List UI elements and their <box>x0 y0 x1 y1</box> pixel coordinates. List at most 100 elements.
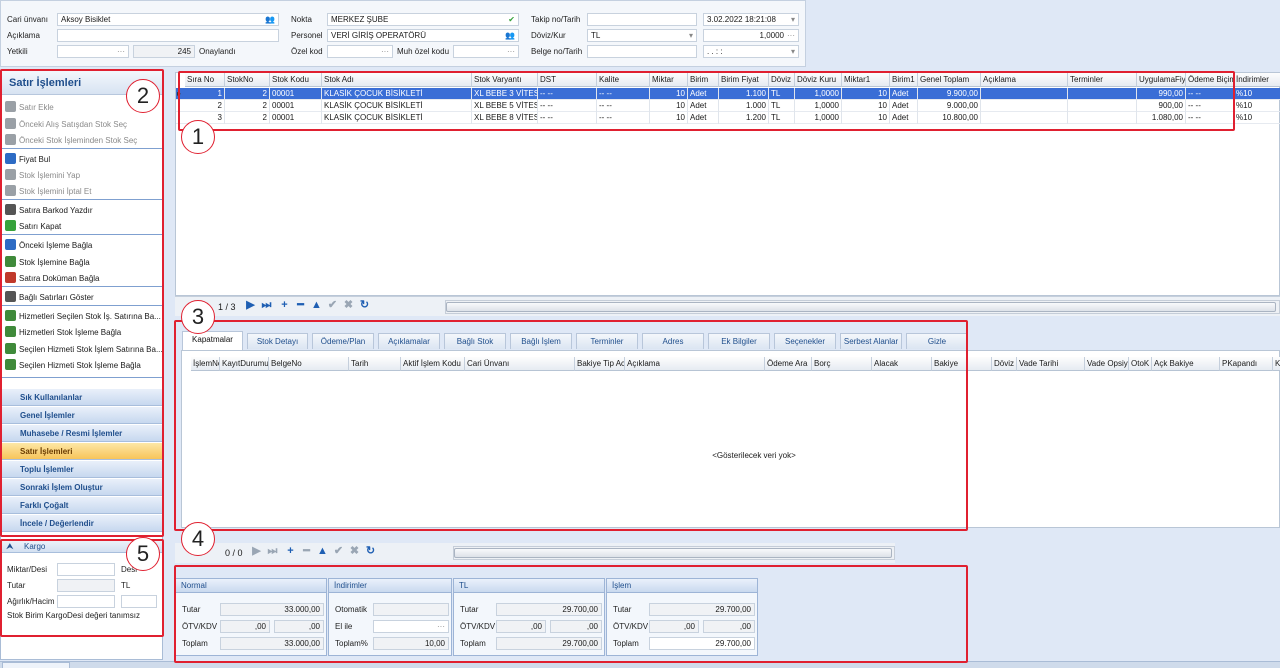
belge-date-input[interactable]: . . : : ▾ <box>703 45 799 58</box>
table-cell[interactable]: -- -- <box>597 100 650 112</box>
table-cell[interactable]: 1.200 <box>719 112 769 124</box>
tab-4[interactable]: Bağlı Stok <box>444 333 506 349</box>
tab-1[interactable]: Stok Detayı <box>247 333 308 349</box>
panel-group-0[interactable]: Sık Kullanılanlar <box>2 389 162 406</box>
sub-column-header[interactable]: KayıtDurumu <box>220 357 269 371</box>
panel-action-item[interactable]: Stok İşlemini İptal Et <box>5 184 91 200</box>
chevron-down-icon[interactable]: ▾ <box>791 46 795 57</box>
kur-input[interactable]: 1,0000 ··· <box>703 29 799 42</box>
aciklama-input[interactable] <box>57 29 279 42</box>
table-cell[interactable]: 10 <box>650 100 688 112</box>
table-cell[interactable]: -- -- <box>1186 100 1234 112</box>
refresh-icon[interactable]: ↻ <box>359 300 370 311</box>
table-cell[interactable] <box>1068 100 1137 112</box>
scroll-thumb[interactable] <box>446 302 1276 312</box>
column-header[interactable]: Stok Adı <box>322 73 472 87</box>
tab-8[interactable]: Ek Bilgiler <box>708 333 770 349</box>
column-header[interactable]: Döviz <box>769 73 795 87</box>
check-icon[interactable]: ✔ <box>327 300 338 311</box>
last-icon[interactable]: ⏭ <box>261 300 272 311</box>
table-cell[interactable]: 10 <box>650 88 688 100</box>
sub-column-header[interactable]: Bakiye <box>932 357 992 371</box>
chevron-down-icon[interactable]: ▾ <box>689 30 693 41</box>
table-cell[interactable]: -- -- <box>538 88 597 100</box>
sub-column-header[interactable]: Döviz <box>992 357 1017 371</box>
table-cell[interactable]: TL <box>769 88 795 100</box>
table-cell[interactable] <box>981 112 1068 124</box>
table-cell[interactable]: Adet <box>688 88 719 100</box>
panel-action-item[interactable]: Stok İşlemini Yap <box>5 168 80 184</box>
table-cell[interactable]: Adet <box>688 100 719 112</box>
column-header[interactable]: Birim <box>688 73 719 87</box>
panel-group-4[interactable]: Toplu İşlemler <box>2 461 162 478</box>
column-header[interactable]: StokNo <box>225 73 270 87</box>
column-header[interactable]: Terminler <box>1068 73 1137 87</box>
table-cell[interactable]: 2 <box>185 100 225 112</box>
table-cell[interactable]: 9.000,00 <box>918 100 981 112</box>
elile-input[interactable]: ··· <box>373 620 449 633</box>
table-cell[interactable]: XL BEBE 8 VİTES <box>472 112 538 124</box>
people-icon[interactable]: 👥 <box>505 30 515 41</box>
sub-column-header[interactable]: OtoK <box>1129 357 1152 371</box>
muh-ozel-kodu-input[interactable]: ··· <box>453 45 519 58</box>
plus-icon[interactable]: + <box>279 300 290 311</box>
table-cell[interactable]: 10 <box>842 112 890 124</box>
yetkili-input[interactable]: ··· <box>57 45 129 58</box>
panel-action-item[interactable]: Önceki İşleme Bağla <box>5 238 92 254</box>
plus-icon[interactable]: + <box>285 546 296 557</box>
tab-7[interactable]: Adres <box>642 333 704 349</box>
sub-horizontal-scrollbar[interactable] <box>453 546 895 560</box>
column-header[interactable]: Birim1 <box>890 73 918 87</box>
panel-action-item[interactable]: Hizmetleri Seçilen Stok İş. Satırına Ba.… <box>5 309 161 325</box>
agirlik-input[interactable] <box>57 595 115 608</box>
table-cell[interactable]: 1 <box>185 88 225 100</box>
table-cell[interactable]: 1.080,00 <box>1137 112 1186 124</box>
tab-11[interactable]: Gizle <box>906 333 968 349</box>
table-cell[interactable]: 1.000 <box>719 100 769 112</box>
table-cell[interactable]: 900,00 <box>1137 100 1186 112</box>
table-cell[interactable]: 1,0000 <box>795 88 842 100</box>
table-cell[interactable]: Adet <box>688 112 719 124</box>
panel-group-5[interactable]: Sonraki İşlem Oluştur <box>2 479 162 496</box>
column-header[interactable]: Miktar1 <box>842 73 890 87</box>
sub-column-header[interactable]: Açıklama <box>625 357 765 371</box>
tab-9[interactable]: Seçenekler <box>774 333 836 349</box>
table-cell[interactable] <box>1068 88 1137 100</box>
refresh-icon[interactable]: ↻ <box>365 546 376 557</box>
column-header[interactable]: UygulamaFiy <box>1137 73 1186 87</box>
tab-2[interactable]: Ödeme/Plan <box>312 333 374 349</box>
table-cell[interactable]: XL BEBE 5 VİTES <box>472 100 538 112</box>
tab-5[interactable]: Bağlı İşlem <box>510 333 572 349</box>
sub-column-header[interactable]: Aktif İşlem Kodu <box>401 357 465 371</box>
close-icon[interactable]: ✖ <box>343 300 354 311</box>
collapse-icon[interactable]: ⮝ <box>6 541 14 552</box>
table-cell[interactable]: Adet <box>890 88 918 100</box>
column-header[interactable]: Kalite <box>597 73 650 87</box>
chevron-down-icon[interactable]: ▾ <box>791 14 795 25</box>
panel-group-7[interactable]: İncele / Değerlendir <box>2 515 162 532</box>
panel-group-1[interactable]: Genel İşlemler <box>2 407 162 424</box>
minus-icon[interactable]: ━ <box>301 546 312 557</box>
panel-action-item[interactable]: Satırı Kapat <box>5 219 61 235</box>
column-header[interactable]: Ödeme Biçim <box>1186 73 1234 87</box>
sub-column-header[interactable]: Vade Tarihi <box>1017 357 1085 371</box>
table-cell[interactable]: -- -- <box>538 100 597 112</box>
table-cell[interactable]: 10.800,00 <box>918 112 981 124</box>
ozel-kod-input[interactable]: ··· <box>327 45 393 58</box>
panel-action-item[interactable]: Satıra Doküman Bağla <box>5 271 100 287</box>
sub-column-header[interactable]: Cari Ünvanı <box>465 357 575 371</box>
table-cell[interactable]: -- -- <box>538 112 597 124</box>
next-icon[interactable]: ▶ <box>251 546 262 557</box>
table-cell[interactable]: 9.900,00 <box>918 88 981 100</box>
table-cell[interactable] <box>1068 112 1137 124</box>
column-header[interactable]: İndirimler <box>1234 73 1280 87</box>
table-cell[interactable]: -- -- <box>1186 88 1234 100</box>
sub-column-header[interactable]: BelgeNo <box>269 357 349 371</box>
table-row[interactable]: 1 2 00001 KLASİK ÇOCUK BİSİKLETİ XL BEBE 3 V… <box>176 88 1280 100</box>
column-header[interactable]: Birim Fiyat <box>719 73 769 87</box>
panel-action-item[interactable]: Seçilen Hizmeti Stok İşleme Bağla <box>5 358 141 374</box>
table-cell[interactable]: TL <box>769 112 795 124</box>
table-row[interactable]: 3 2 00001 KLASİK ÇOCUK BİSİKLETİ XL BEBE 8 V… <box>176 112 1280 124</box>
table-cell[interactable]: 2 <box>225 100 270 112</box>
table-cell[interactable]: 2 <box>225 88 270 100</box>
